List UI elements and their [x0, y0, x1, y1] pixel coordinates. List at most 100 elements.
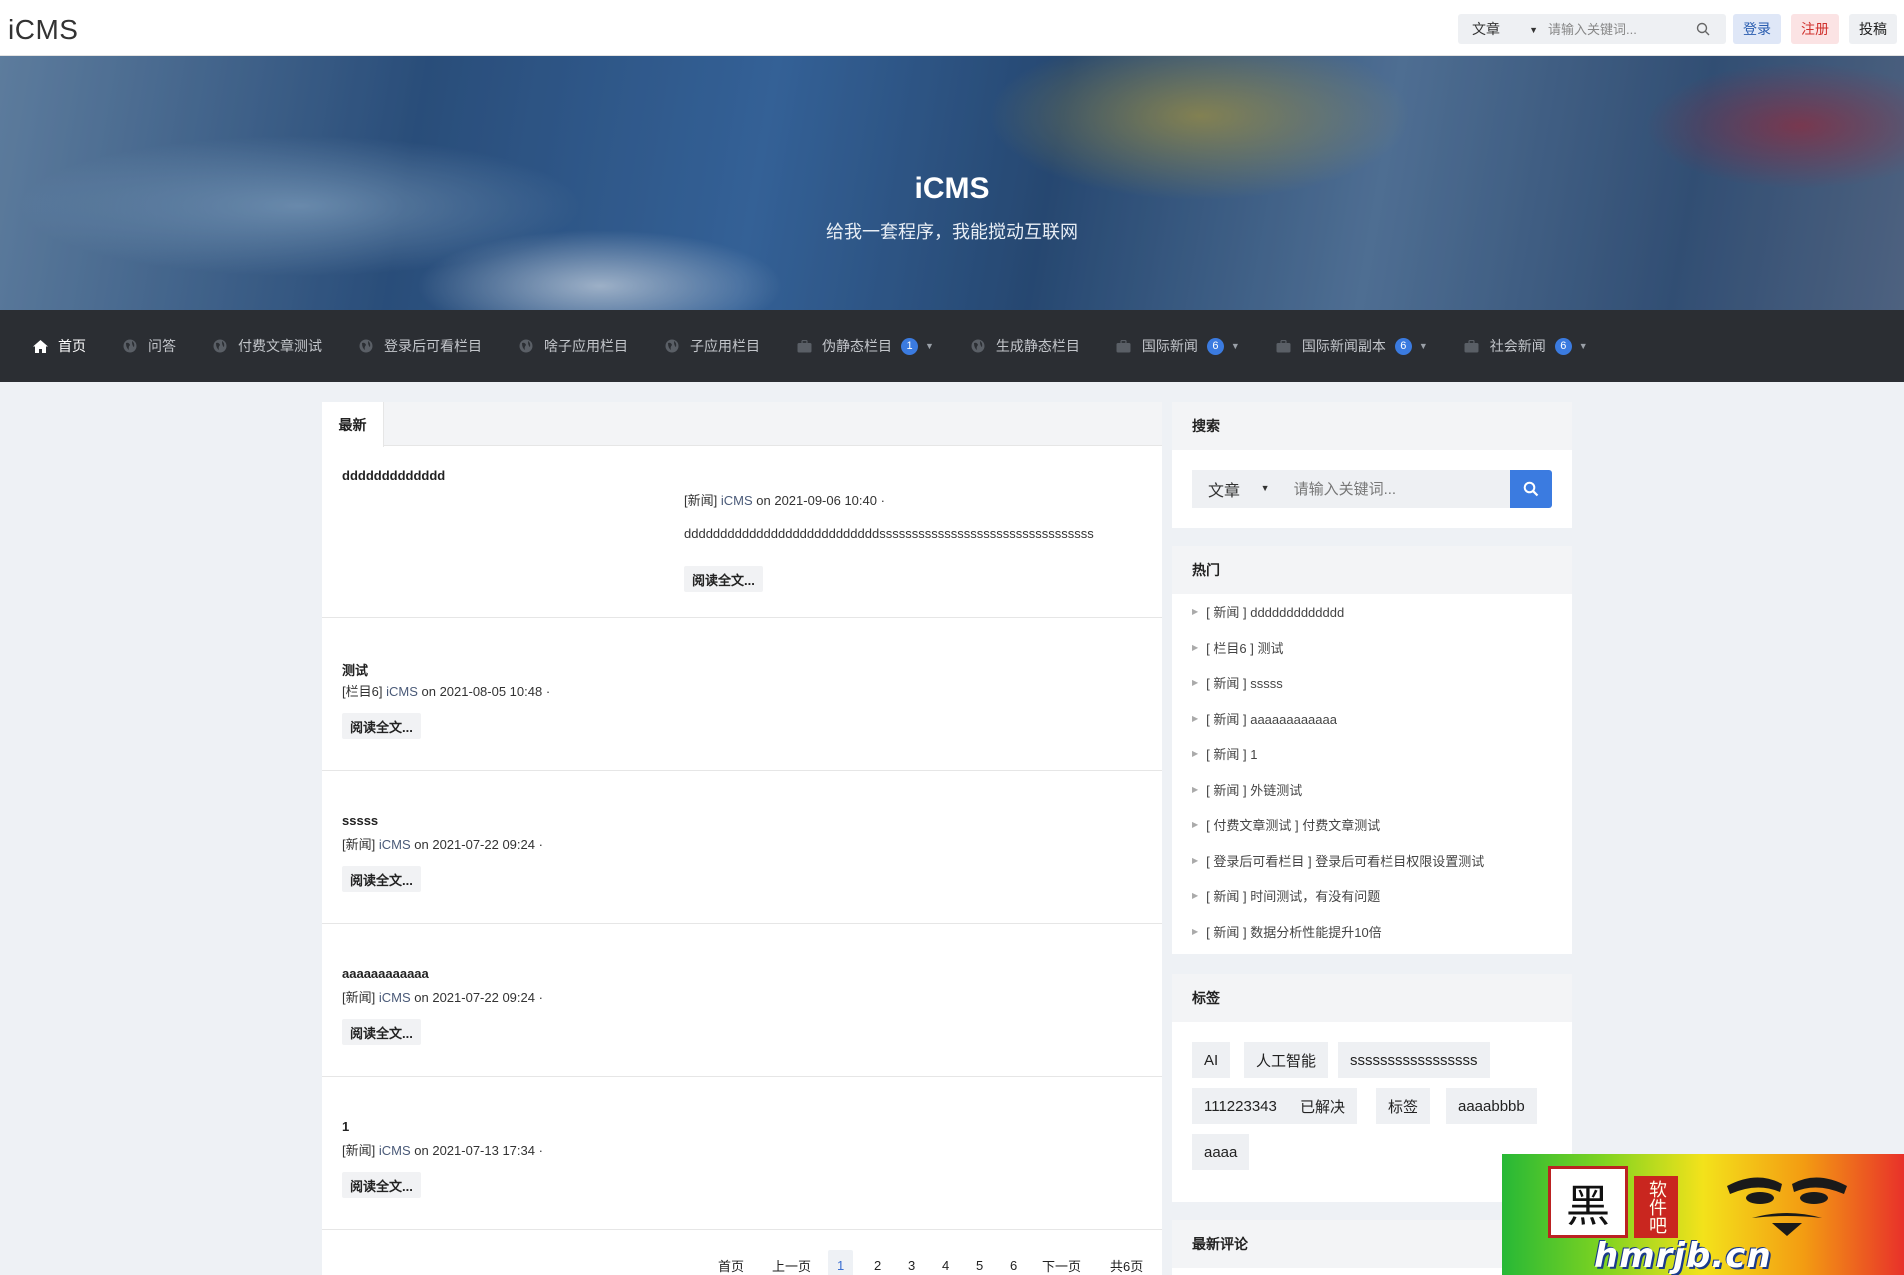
briefcase-icon	[1116, 338, 1132, 354]
chevron-down-icon[interactable]: ▼	[1231, 341, 1240, 351]
article-title[interactable]: aaaaaaaaaaaa	[342, 966, 429, 981]
watermark-seal: 黑	[1548, 1166, 1628, 1238]
hot-item[interactable]: ▶ [ 新闻 ] 时间测试，有没有问题	[1192, 886, 1380, 905]
hot-item[interactable]: ▶ [ 登录后可看栏目 ] 登录后可看栏目权限设置测试	[1192, 851, 1484, 870]
tag-chip[interactable]: 111223343	[1192, 1088, 1289, 1124]
nav-item-7[interactable]: 生成静态栏目	[970, 310, 1080, 382]
globe-icon	[664, 338, 680, 354]
page-4[interactable]: 4	[936, 1250, 955, 1275]
watermark-banner: 黑 软件吧 hmrjb.cn	[1502, 1154, 1904, 1275]
sidebar-search-input[interactable]	[1281, 470, 1511, 508]
article-author[interactable]: iCMS	[721, 493, 753, 508]
article-author[interactable]: iCMS	[379, 990, 411, 1005]
nav-item-8[interactable]: 国际新闻 6 ▼	[1116, 310, 1240, 382]
nav-item-2[interactable]: 付费文章测试	[212, 310, 322, 382]
nav-item-10[interactable]: 社会新闻 6 ▼	[1464, 310, 1588, 382]
nav-item-label: 社会新闻	[1489, 338, 1546, 354]
article-category[interactable]: [栏目6]	[342, 684, 382, 699]
tag-chip[interactable]: 标签	[1376, 1088, 1431, 1124]
header-search-input[interactable]	[1548, 14, 1688, 44]
article-category[interactable]: [新闻]	[342, 990, 375, 1005]
caret-right-icon: ▶	[1192, 713, 1199, 723]
tag-chip[interactable]: sssssssssssssssss	[1338, 1042, 1490, 1078]
article-date: on 2021-09-06 10:40 ·	[756, 493, 885, 508]
submit-article-button[interactable]: 投稿	[1849, 14, 1897, 44]
site-logo[interactable]: iCMS	[8, 14, 78, 46]
article-date: on 2021-07-13 17:34 ·	[414, 1143, 543, 1158]
sidebar-hot-card: 热门 ▶ [ 新闻 ] ddddddddddddd ▶ [ 栏目6 ] 测试 ▶ [ 新闻…	[1172, 546, 1572, 954]
article-category[interactable]: [新闻]	[684, 493, 717, 508]
chevron-down-icon[interactable]: ▼	[1579, 341, 1588, 351]
page-first[interactable]: 首页	[712, 1250, 750, 1275]
read-more-button[interactable]: 阅读全文...	[684, 566, 763, 592]
chevron-down-icon[interactable]: ▼	[925, 341, 934, 351]
article-author[interactable]: iCMS	[386, 684, 418, 699]
article-category[interactable]: [新闻]	[342, 1143, 375, 1158]
page-prev[interactable]: 上一页	[766, 1250, 817, 1275]
count-badge: 6	[1394, 337, 1412, 355]
login-button[interactable]: 登录	[1733, 14, 1781, 44]
hot-item-label: [ 新闻 ] ddddddddddddd	[1206, 605, 1345, 620]
page-2[interactable]: 2	[868, 1250, 887, 1275]
nav-item-label: 国际新闻副本	[1301, 338, 1386, 354]
nav-item-4[interactable]: 啥子应用栏目	[518, 310, 628, 382]
nav-item-5[interactable]: 子应用栏目	[664, 310, 760, 382]
nav-item-label: 登录后可看栏目	[384, 338, 482, 354]
tag-chip[interactable]: aaaabbbb	[1446, 1088, 1537, 1124]
tag-chip[interactable]: aaaa	[1192, 1134, 1250, 1170]
read-more-button[interactable]: 阅读全文...	[342, 1019, 421, 1045]
hot-item[interactable]: ▶ [ 新闻 ] aaaaaaaaaaaa	[1192, 709, 1337, 728]
sidebar-search-button[interactable]	[1510, 470, 1552, 508]
list-item: ddddddddddddd [新闻] iCMS on 2021-09-06 10…	[322, 446, 1162, 618]
nav-item-label: 国际新闻	[1141, 338, 1198, 354]
article-author[interactable]: iCMS	[379, 837, 411, 852]
hot-item[interactable]: ▶ [ 新闻 ] ddddddddddddd	[1192, 602, 1344, 621]
nav-item-label: 首页	[58, 338, 86, 354]
hot-item[interactable]: ▶ [ 付费文章测试 ] 付费文章测试	[1192, 815, 1380, 834]
article-category[interactable]: [新闻]	[342, 837, 375, 852]
article-meta: [新闻] iCMS on 2021-07-22 09:24 ·	[342, 834, 543, 853]
article-title[interactable]: sssss	[342, 813, 378, 828]
nav-item-9[interactable]: 国际新闻副本 6 ▼	[1276, 310, 1428, 382]
page-next[interactable]: 下一页	[1036, 1250, 1087, 1275]
hot-item[interactable]: ▶ [ 栏目6 ] 测试	[1192, 638, 1283, 657]
hot-item[interactable]: ▶ [ 新闻 ] sssss	[1192, 673, 1283, 692]
nav-item-6[interactable]: 伪静态栏目 1 ▼	[796, 310, 934, 382]
article-title[interactable]: 测试	[342, 660, 368, 679]
sidebar-search-type-select[interactable]: 文章 ▼	[1192, 470, 1282, 508]
search-icon[interactable]	[1688, 14, 1718, 44]
register-button[interactable]: 注册	[1791, 14, 1839, 44]
page-5[interactable]: 5	[970, 1250, 989, 1275]
page-1[interactable]: 1	[828, 1250, 854, 1275]
article-date: on 2021-07-22 09:24 ·	[414, 837, 543, 852]
hot-item-label: [ 新闻 ] 数据分析性能提升10倍	[1206, 924, 1382, 940]
article-title[interactable]: 1	[342, 1119, 349, 1134]
article-date: on 2021-08-05 10:48 ·	[421, 684, 551, 699]
sidebar-tags-title: 标签	[1172, 974, 1572, 1022]
nav-item-3[interactable]: 登录后可看栏目	[358, 310, 482, 382]
sidebar-search-title: 搜索	[1172, 402, 1572, 450]
page-3[interactable]: 3	[902, 1250, 921, 1275]
caret-right-icon: ▶	[1192, 820, 1199, 829]
hot-item-label: [ 新闻 ] 外链测试	[1206, 782, 1303, 798]
hot-item[interactable]: ▶ [ 新闻 ] 1	[1192, 744, 1257, 763]
page-6[interactable]: 6	[1004, 1250, 1023, 1275]
nav-item-1[interactable]: 问答	[122, 310, 176, 382]
read-more-button[interactable]: 阅读全文...	[342, 866, 421, 892]
chevron-down-icon[interactable]: ▼	[1419, 341, 1428, 351]
article-title[interactable]: ddddddddddddd	[342, 468, 445, 483]
read-more-button[interactable]: 阅读全文...	[342, 1172, 421, 1198]
article-date: on 2021-07-22 09:24 ·	[414, 990, 543, 1005]
tag-chip[interactable]: 已解决	[1288, 1088, 1358, 1124]
article-author[interactable]: iCMS	[379, 1143, 411, 1158]
tag-chip[interactable]: 人工智能	[1244, 1042, 1329, 1078]
tab-latest[interactable]: 最新	[322, 402, 384, 447]
nav-item-0[interactable]: 首页	[32, 310, 86, 382]
list-item: sssss [新闻] iCMS on 2021-07-22 09:24 · 阅读…	[322, 771, 1162, 924]
hot-item[interactable]: ▶ [ 新闻 ] 外链测试	[1192, 780, 1302, 799]
main-nav: 首页 问答 付费文章测试 登录后可看栏目 啥子应用栏目 子应用栏目 伪静态栏目 1 ▼ 生成静态栏…	[0, 310, 1904, 382]
tag-chip[interactable]: AI	[1192, 1042, 1231, 1078]
header-search-type-select[interactable]: 文章 ▼	[1458, 14, 1548, 44]
read-more-button[interactable]: 阅读全文...	[342, 713, 421, 739]
hot-item[interactable]: ▶ [ 新闻 ] 数据分析性能提升10倍	[1192, 922, 1382, 941]
